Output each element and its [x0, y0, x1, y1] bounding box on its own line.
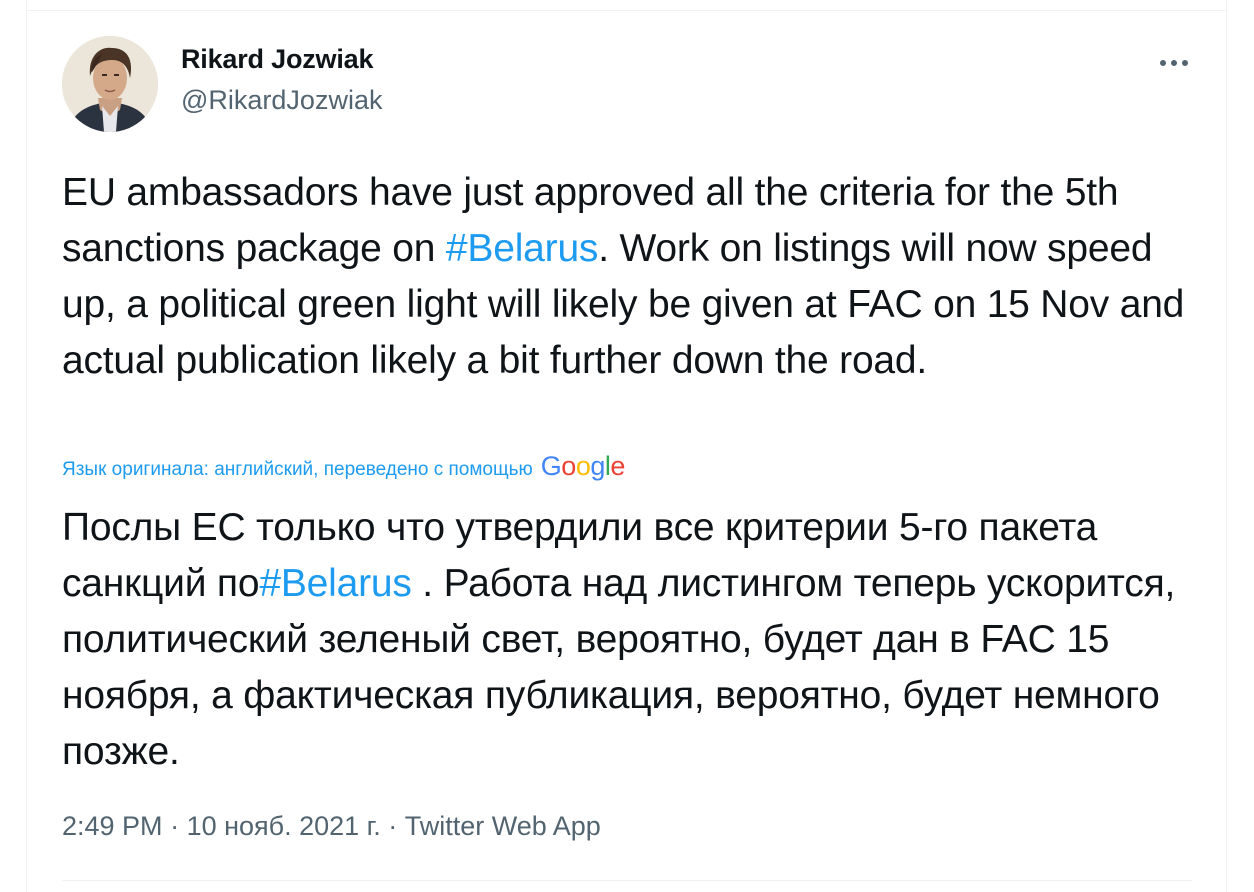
tweet-text-translated: Послы ЕС только что утвердили все критер…	[62, 500, 1202, 780]
tweet-date[interactable]: 10 нояб. 2021 г.	[187, 811, 381, 841]
avatar-portrait	[62, 36, 158, 132]
bottom-divider	[62, 880, 1192, 881]
translation-note-label: Язык оригинала: английский, переведено с…	[62, 459, 533, 480]
translation-note[interactable]: Язык оригинала: английский, переведено с…	[62, 451, 625, 482]
card-border-right	[1226, 0, 1227, 892]
tweet-source[interactable]: Twitter Web App	[405, 811, 601, 841]
logo-letter: e	[610, 451, 625, 481]
logo-letter: o	[561, 451, 576, 481]
meta-separator: ·	[162, 811, 187, 841]
google-logo: Google	[540, 451, 626, 482]
logo-letter: o	[575, 451, 591, 481]
top-divider	[26, 10, 1227, 11]
meta-separator: ·	[380, 811, 405, 841]
author-handle[interactable]: @RikardJozwiak	[181, 85, 382, 116]
avatar[interactable]	[62, 36, 158, 132]
tweet-meta: 2:49 PM · 10 нояб. 2021 г. · Twitter Web…	[62, 811, 601, 842]
more-options-button[interactable]	[1150, 46, 1198, 80]
logo-letter: G	[540, 451, 562, 481]
logo-letter: g	[590, 451, 605, 481]
tweet-time[interactable]: 2:49 PM	[62, 811, 163, 841]
hashtag-link[interactable]: #Belarus	[446, 227, 599, 270]
author-name[interactable]: Rikard Jozwiak	[181, 44, 373, 75]
card-border-left	[26, 0, 27, 892]
hashtag-link[interactable]: #Belarus	[259, 562, 412, 605]
tweet-text-original: EU ambassadors have just approved all th…	[62, 165, 1202, 389]
more-dots-icon	[1160, 60, 1188, 66]
